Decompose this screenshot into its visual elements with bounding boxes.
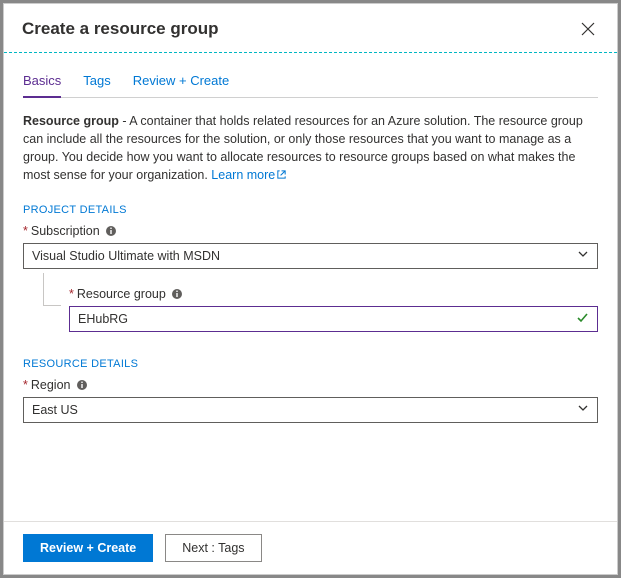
tab-bar: Basics Tags Review + Create <box>23 67 598 98</box>
resource-group-input[interactable]: EHubRG <box>69 306 598 332</box>
region-label-row: * Region <box>23 378 598 392</box>
learn-more-link[interactable]: Learn more <box>211 168 287 182</box>
subscription-value: Visual Studio Ultimate with MSDN <box>32 249 220 263</box>
region-value: East US <box>32 403 78 417</box>
region-label: Region <box>31 378 71 392</box>
subscription-label-row: * Subscription <box>23 224 598 238</box>
info-icon[interactable] <box>105 225 117 237</box>
description-text: Resource group - A container that holds … <box>23 112 598 186</box>
resource-group-value: EHubRG <box>78 312 128 326</box>
close-button[interactable] <box>577 18 599 40</box>
check-icon <box>576 311 589 327</box>
info-icon[interactable] <box>76 379 88 391</box>
panel-title: Create a resource group <box>22 19 219 39</box>
next-tags-button[interactable]: Next : Tags <box>165 534 261 562</box>
nest-connector <box>23 279 69 332</box>
tab-basics[interactable]: Basics <box>23 67 61 97</box>
info-icon[interactable] <box>171 288 183 300</box>
section-project-details: PROJECT DETAILS <box>23 204 598 216</box>
panel-header: Create a resource group <box>4 4 617 53</box>
subscription-select[interactable]: Visual Studio Ultimate with MSDN <box>23 243 598 269</box>
description-lead: Resource group <box>23 114 119 128</box>
learn-more-label: Learn more <box>211 168 275 182</box>
panel-footer: Review + Create Next : Tags <box>4 521 617 574</box>
chevron-down-icon <box>577 402 589 417</box>
resource-group-row: * Resource group EHubRG <box>23 279 598 332</box>
tab-review-create[interactable]: Review + Create <box>133 67 229 97</box>
required-star: * <box>69 287 74 301</box>
resource-group-label-row: * Resource group <box>69 287 598 301</box>
review-create-button[interactable]: Review + Create <box>23 534 153 562</box>
required-star: * <box>23 378 28 392</box>
section-resource-details: RESOURCE DETAILS <box>23 358 598 370</box>
chevron-down-icon <box>577 248 589 263</box>
resource-group-label: Resource group <box>77 287 166 301</box>
subscription-label: Subscription <box>31 224 100 238</box>
external-link-icon <box>276 167 287 185</box>
region-select[interactable]: East US <box>23 397 598 423</box>
panel-content: Basics Tags Review + Create Resource gro… <box>4 53 617 521</box>
create-resource-group-panel: Create a resource group Basics Tags Revi… <box>3 3 618 575</box>
close-icon <box>581 22 595 36</box>
required-star: * <box>23 224 28 238</box>
tab-tags[interactable]: Tags <box>83 67 110 97</box>
